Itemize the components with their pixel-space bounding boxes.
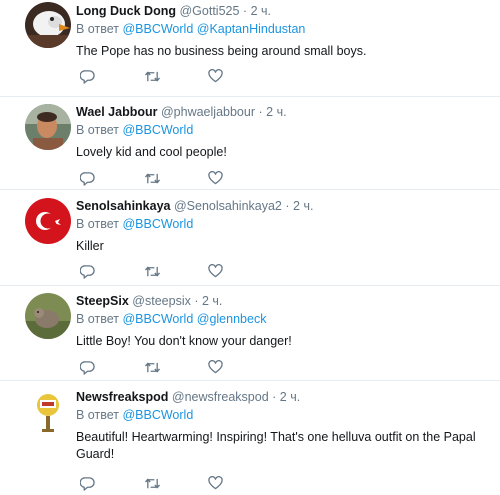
like-button[interactable] (208, 262, 272, 280)
reply-icon (80, 69, 95, 84)
like-button[interactable] (208, 358, 272, 376)
tweet[interactable]: Long Duck Dong @Gotti525 · 2 ч. В ответ … (0, 0, 500, 97)
timestamp[interactable]: 2 ч. (266, 105, 286, 119)
heart-icon (208, 360, 223, 374)
mention-link[interactable]: @BBCWorld (122, 22, 193, 36)
like-button[interactable] (208, 169, 272, 187)
reply-prefix: В ответ (76, 22, 119, 36)
user-handle[interactable]: @Senolsahinkaya2 (174, 199, 282, 213)
separator-dot: · (258, 105, 263, 119)
retweet-icon (144, 478, 161, 488)
timestamp[interactable]: 2 ч. (202, 294, 222, 308)
avatar[interactable] (25, 198, 71, 244)
separator-dot: · (272, 390, 277, 404)
timestamp[interactable]: 2 ч. (293, 199, 313, 213)
retweet-button[interactable] (144, 67, 208, 85)
retweet-icon (144, 266, 161, 276)
mention-link[interactable]: @KaptanHindustan (197, 22, 306, 36)
retweet-icon (144, 362, 161, 372)
reply-button[interactable] (80, 169, 144, 187)
mention-link[interactable]: @glennbeck (197, 312, 267, 326)
tweet-text: Killer (76, 239, 104, 253)
mention-link[interactable]: @BBCWorld (122, 123, 193, 137)
replying-to: В ответ @BBCWorld @KaptanHindustan (76, 21, 494, 38)
mention-link[interactable]: @BBCWorld (122, 408, 193, 422)
retweet-button[interactable] (144, 169, 208, 187)
reply-prefix: В ответ (76, 408, 119, 422)
separator-dot: · (194, 294, 199, 308)
tweet-actions (80, 474, 272, 492)
reply-prefix: В ответ (76, 217, 119, 231)
reply-icon (80, 171, 95, 186)
microphone-avatar-icon (25, 389, 71, 435)
avatar[interactable] (25, 2, 71, 48)
retweet-icon (144, 173, 161, 183)
tweet-actions (80, 262, 272, 280)
reply-button[interactable] (80, 262, 144, 280)
reply-prefix: В ответ (76, 123, 119, 137)
tweet[interactable]: Wael Jabbour @phwaeljabbour · 2 ч. В отв… (0, 97, 500, 190)
tweet-actions (80, 67, 272, 85)
separator-dot: · (285, 199, 290, 213)
avatar[interactable] (25, 293, 71, 339)
reply-button[interactable] (80, 474, 144, 492)
person-avatar-icon (25, 104, 71, 150)
heart-icon (208, 264, 223, 278)
tweet-text: Beautiful! Heartwarming! Inspiring! That… (76, 430, 476, 461)
user-handle[interactable]: @steepsix (132, 294, 191, 308)
mention-link[interactable]: @BBCWorld (122, 217, 193, 231)
heart-icon (208, 69, 223, 83)
tweet-actions (80, 358, 272, 376)
mention-link[interactable]: @BBCWorld (122, 312, 193, 326)
heart-icon (208, 171, 223, 185)
separator-dot: · (242, 4, 248, 18)
avatar[interactable] (25, 389, 71, 435)
reply-icon (80, 264, 95, 279)
reply-prefix: В ответ (76, 312, 119, 326)
tweet[interactable]: Senolsahinkaya @Senolsahinkaya2 · 2 ч. В… (0, 190, 500, 286)
tweet[interactable]: Newsfreakspod @newsfreakspod · 2 ч. В от… (0, 381, 500, 495)
retweet-button[interactable] (144, 358, 208, 376)
reply-icon (80, 476, 95, 491)
replying-to: В ответ @BBCWorld (76, 122, 494, 139)
tweet-actions (80, 169, 272, 187)
replying-to: В ответ @BBCWorld @glennbeck (76, 311, 494, 328)
animal-avatar-icon (25, 293, 71, 339)
user-handle[interactable]: @newsfreakspod (172, 390, 269, 404)
tweet-text: Little Boy! You don't know your danger! (76, 334, 292, 348)
replying-to: В ответ @BBCWorld (76, 216, 494, 233)
display-name[interactable]: Wael Jabbour (76, 105, 158, 119)
tweet-text: The Pope has no business being around sm… (76, 44, 367, 58)
heart-icon (208, 476, 223, 490)
display-name[interactable]: Newsfreakspod (76, 390, 168, 404)
retweet-button[interactable] (144, 262, 208, 280)
replying-to: В ответ @BBCWorld (76, 407, 494, 424)
retweet-icon (144, 71, 161, 81)
display-name[interactable]: SteepSix (76, 294, 129, 308)
timestamp[interactable]: 2 ч. (251, 4, 271, 18)
avatar[interactable] (25, 104, 71, 150)
tweet[interactable]: SteepSix @steepsix · 2 ч. В ответ @BBCWo… (0, 286, 500, 381)
red-flag-avatar-icon (25, 198, 71, 244)
display-name[interactable]: Senolsahinkaya (76, 199, 171, 213)
timestamp[interactable]: 2 ч. (280, 390, 300, 404)
like-button[interactable] (208, 474, 272, 492)
retweet-button[interactable] (144, 474, 208, 492)
user-handle[interactable]: @phwaeljabbour (161, 105, 255, 119)
tweet-text: Lovely kid and cool people! (76, 145, 227, 159)
reply-button[interactable] (80, 67, 144, 85)
display-name[interactable]: Long Duck Dong (76, 4, 176, 18)
duck-avatar-icon (25, 2, 71, 48)
like-button[interactable] (208, 67, 272, 85)
user-handle[interactable]: @Gotti525 (179, 4, 239, 18)
reply-button[interactable] (80, 358, 144, 376)
reply-feed: Long Duck Dong @Gotti525 · 2 ч. В ответ … (0, 0, 500, 495)
reply-icon (80, 360, 95, 375)
